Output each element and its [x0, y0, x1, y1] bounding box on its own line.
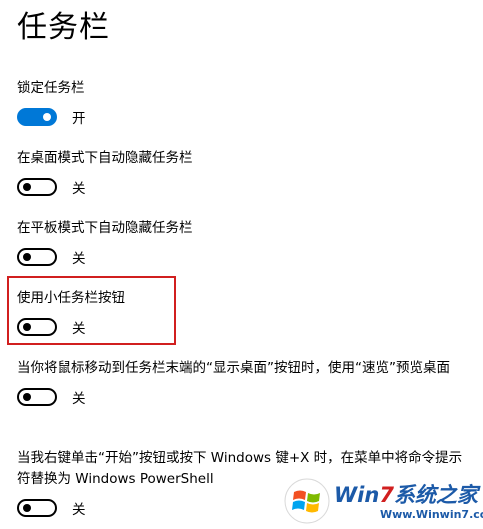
watermark-name-suffix: 系统之家 — [393, 483, 478, 507]
setting-label: 在桌面模式下自动隐藏任务栏 — [17, 150, 193, 166]
toggle-state-text: 开 — [72, 111, 86, 127]
watermark-url: Www.Winwin7.com — [380, 508, 483, 521]
setting-peek: 当你将鼠标移动到任务栏末端的“显示桌面”按钮时，使用“速览”预览桌面 关 — [17, 358, 473, 408]
setting-label: 锁定任务栏 — [17, 80, 85, 96]
toggle-knob — [23, 393, 31, 401]
autohide-desktop-toggle[interactable] — [17, 178, 57, 196]
toggle-row: 关 — [17, 246, 473, 268]
setting-label: 在平板模式下自动隐藏任务栏 — [17, 220, 193, 236]
setting-lock-taskbar: 锁定任务栏 开 — [17, 78, 473, 128]
setting-label: 使用小任务栏按钮 — [17, 290, 125, 306]
page-title: 任务栏 — [17, 10, 110, 45]
toggle-state-text: 关 — [72, 251, 86, 267]
peek-toggle[interactable] — [17, 388, 57, 406]
watermark-name-prefix: Win — [334, 483, 380, 507]
setting-autohide-tablet: 在平板模式下自动隐藏任务栏 关 — [17, 218, 473, 268]
toggle-knob — [23, 323, 31, 331]
setting-autohide-desktop: 在桌面模式下自动隐藏任务栏 关 — [17, 148, 473, 198]
toggle-row: 开 — [17, 106, 473, 128]
toggle-state-text: 关 — [72, 502, 86, 518]
lock-taskbar-toggle[interactable] — [17, 108, 57, 126]
watermark: Win7系统之家 Www.Winwin7.com — [284, 476, 483, 526]
watermark-name-digit: 7 — [379, 483, 394, 507]
setting-label: 当你将鼠标移动到任务栏末端的“显示桌面”按钮时，使用“速览”预览桌面 — [17, 360, 450, 376]
windows-7-logo-icon — [284, 478, 330, 524]
setting-small-buttons: 使用小任务栏按钮 关 — [17, 288, 473, 338]
toggle-knob — [23, 183, 31, 191]
small-buttons-toggle[interactable] — [17, 318, 57, 336]
toggle-state-text: 关 — [72, 181, 86, 197]
toggle-state-text: 关 — [72, 321, 86, 337]
toggle-knob — [23, 504, 31, 512]
autohide-tablet-toggle[interactable] — [17, 248, 57, 266]
toggle-row: 关 — [17, 176, 473, 198]
toggle-knob — [23, 253, 31, 261]
toggle-state-text: 关 — [72, 391, 86, 407]
toggle-row: 关 — [17, 386, 473, 408]
powershell-toggle[interactable] — [17, 499, 57, 517]
toggle-row: 关 — [17, 316, 473, 338]
watermark-name: Win7系统之家 — [334, 479, 478, 509]
toggle-knob — [43, 113, 51, 121]
